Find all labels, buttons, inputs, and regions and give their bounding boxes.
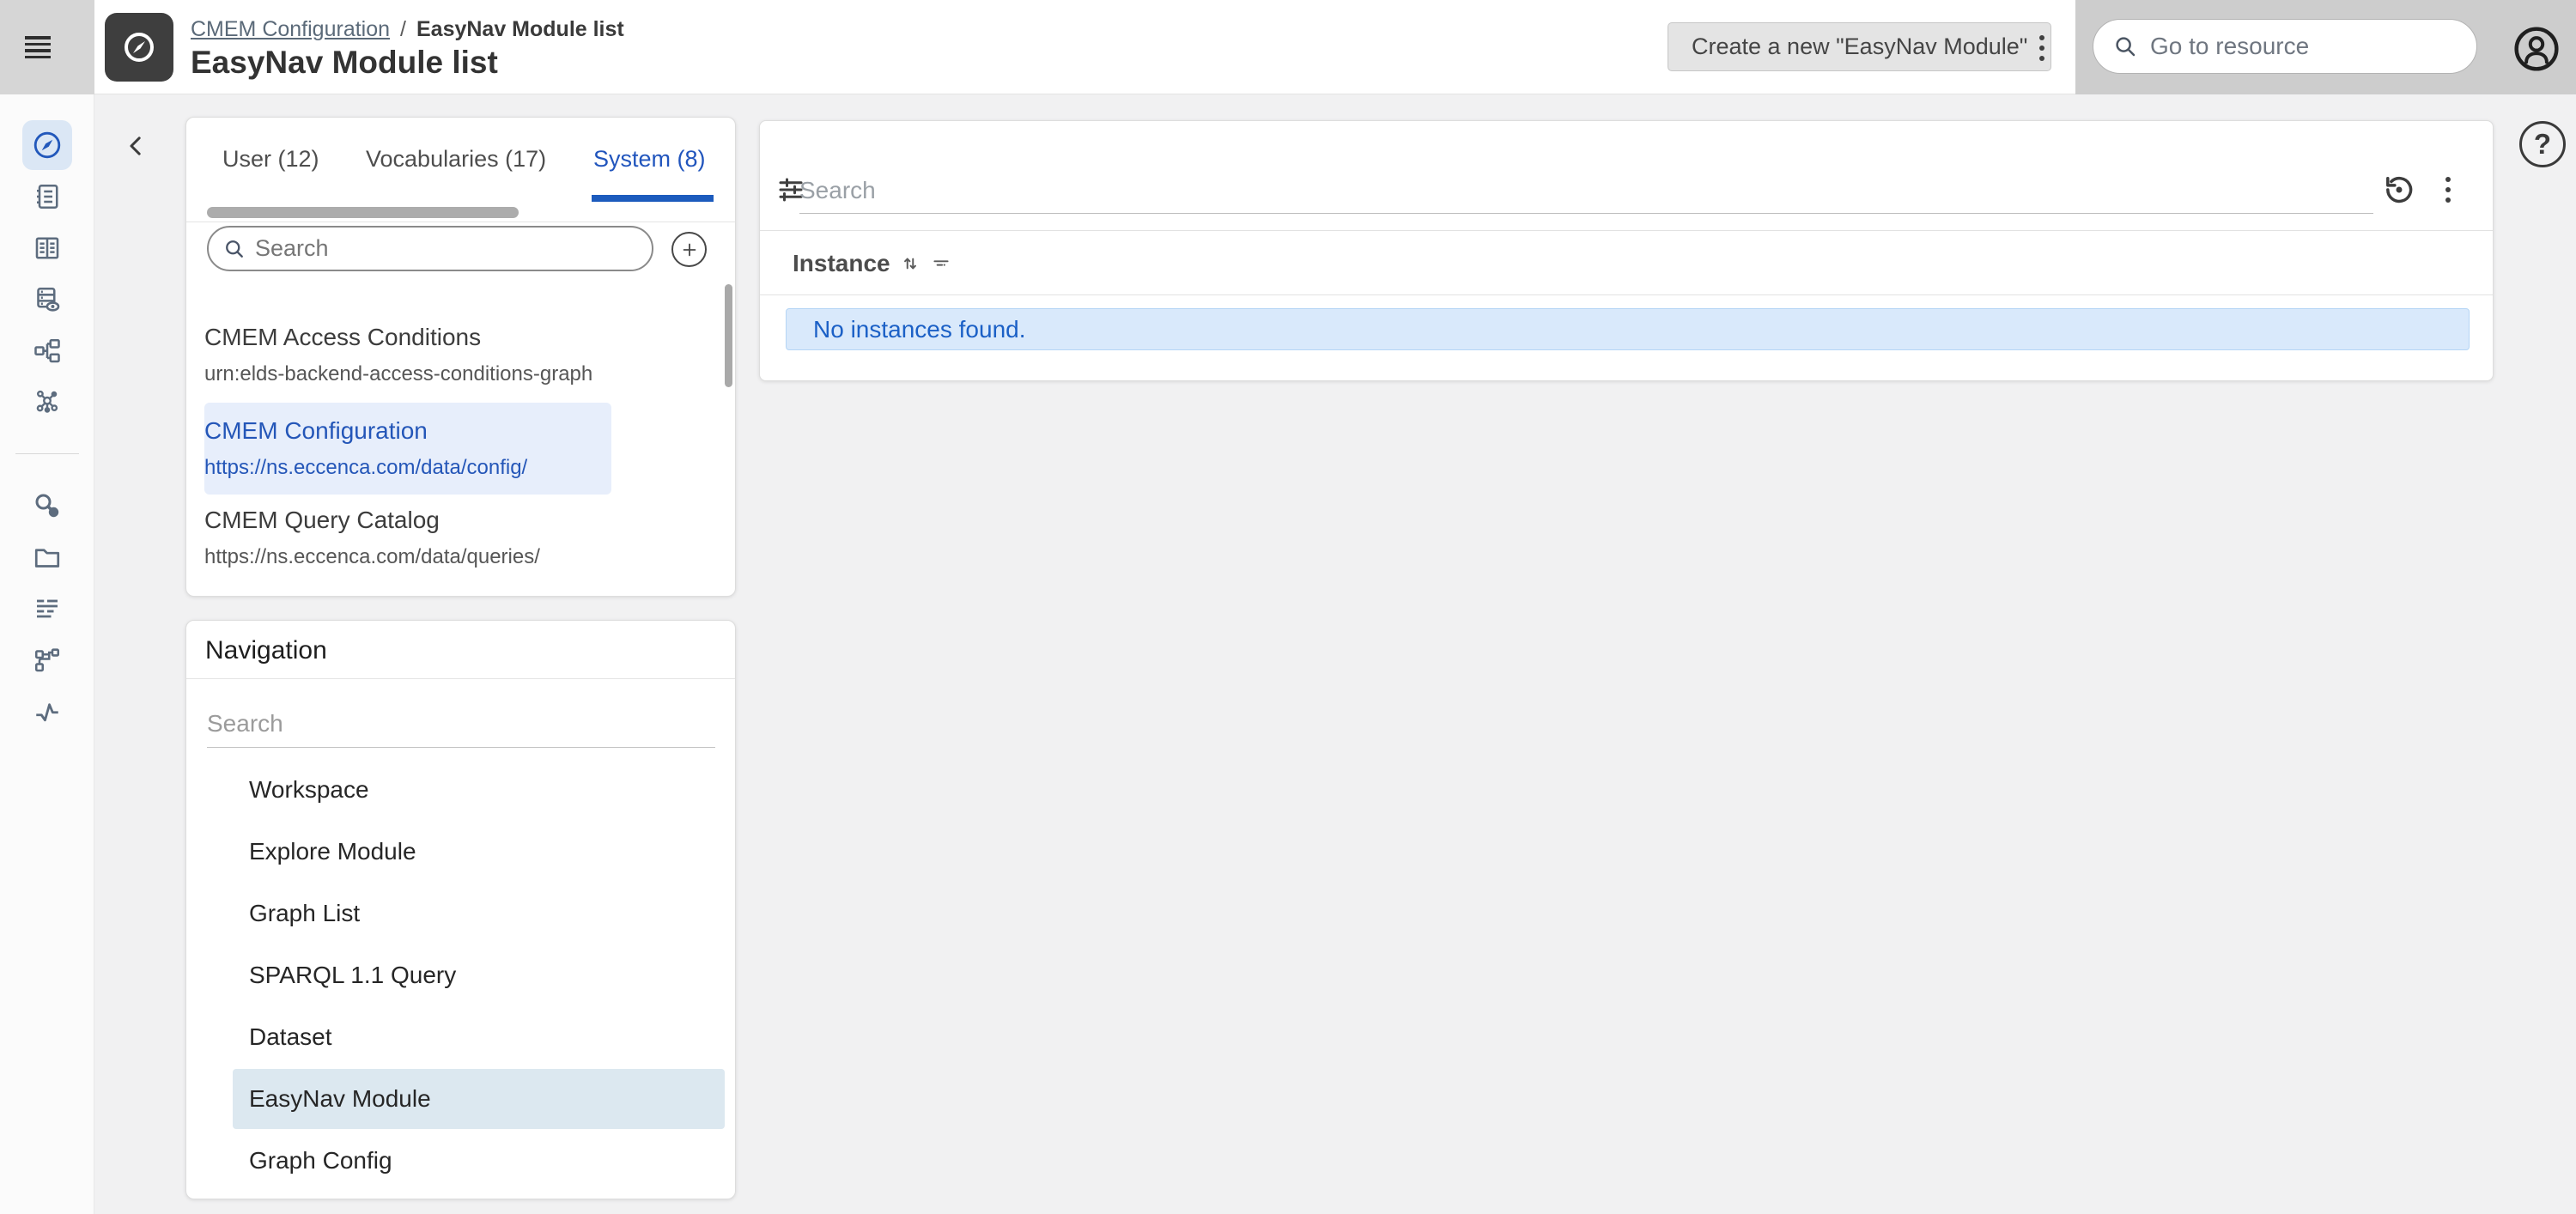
rail-divider: [15, 453, 79, 454]
empty-state-message: No instances found.: [813, 315, 1026, 343]
navigation-panel: Navigation Workspace Explore Module Grap…: [185, 620, 736, 1199]
search-icon: [222, 237, 246, 261]
dataset-preview-icon[interactable]: [32, 284, 63, 315]
tabs-horizontal-scrollbar[interactable]: [207, 207, 519, 218]
add-graph-button[interactable]: [671, 232, 707, 267]
instance-list-panel: Instance No instances found.: [759, 120, 2494, 381]
book-open-icon[interactable]: [32, 233, 63, 264]
graph-title: CMEM Configuration: [204, 417, 428, 444]
nav-item-workspace[interactable]: Workspace: [186, 759, 737, 821]
page-title: EasyNav Module list: [191, 45, 498, 80]
tab-system[interactable]: System (8): [593, 146, 706, 173]
go-to-resource-search[interactable]: [2093, 19, 2477, 74]
instance-list-kebab-icon[interactable]: [2433, 171, 2464, 209]
nav-item-explore-module[interactable]: Explore Module: [186, 821, 737, 883]
explore-compass-icon[interactable]: [32, 130, 63, 161]
table-divider: [760, 294, 2493, 295]
activity-icon[interactable]: [32, 696, 63, 727]
navigation-divider: [186, 678, 735, 679]
breadcrumb: CMEM Configuration / EasyNav Module list: [191, 17, 624, 42]
instance-search-input[interactable]: [799, 167, 2373, 214]
graphs-panel: User (12) Vocabularies (17) System (8) C…: [185, 117, 736, 597]
folder-icon[interactable]: [32, 542, 63, 573]
empty-state-banner: No instances found.: [786, 308, 2470, 350]
graph-title: CMEM Query Catalog: [204, 507, 440, 533]
journal-icon[interactable]: [32, 181, 63, 212]
text-lines-icon[interactable]: [32, 593, 63, 624]
topbar-right-zone: [2075, 0, 2576, 94]
app-logo[interactable]: [105, 13, 173, 82]
tab-user[interactable]: User (12): [222, 146, 319, 173]
tab-vocabularies[interactable]: Vocabularies (17): [366, 146, 546, 173]
breadcrumb-separator: /: [400, 17, 406, 41]
nav-item-easynav-module[interactable]: EasyNav Module: [233, 1069, 725, 1129]
user-avatar-icon[interactable]: [2512, 25, 2561, 73]
topbar-corner-block: [0, 0, 94, 94]
history-icon[interactable]: [2380, 171, 2418, 209]
graph-list-item[interactable]: CMEM Query Catalog https://ns.eccenca.co…: [204, 507, 611, 569]
go-to-resource-input[interactable]: [2150, 33, 2433, 60]
navigation-search-input[interactable]: [207, 700, 715, 748]
resource-link-icon[interactable]: [32, 490, 63, 521]
graph-search-input[interactable]: [255, 235, 616, 262]
page-actions-kebab-icon[interactable]: [2026, 24, 2057, 72]
nav-item-graph-config[interactable]: Graph Config: [186, 1130, 737, 1192]
graph-network-icon[interactable]: [32, 387, 63, 418]
collapse-panel-chevron-icon[interactable]: [118, 129, 153, 163]
graph-search[interactable]: [207, 226, 653, 271]
nav-item-dataset[interactable]: Dataset: [186, 1006, 737, 1068]
graph-uri: https://ns.eccenca.com/data/queries/: [204, 545, 540, 568]
hamburger-menu-icon[interactable]: [25, 36, 51, 59]
class-hierarchy-icon[interactable]: [32, 336, 63, 367]
active-tab-underline: [592, 195, 714, 202]
graph-list-scrollbar[interactable]: [725, 284, 732, 387]
help-icon[interactable]: ?: [2519, 121, 2566, 167]
breadcrumb-parent-link[interactable]: CMEM Configuration: [191, 17, 390, 42]
column-header-label: Instance: [793, 250, 890, 276]
create-easynav-module-button[interactable]: Create a new "EasyNav Module": [1668, 22, 2052, 71]
workflow-icon[interactable]: [32, 645, 63, 676]
search-icon: [2112, 33, 2138, 59]
graph-uri: urn:elds-backend-access-conditions-graph: [204, 362, 593, 385]
top-bar: CMEM Configuration / EasyNav Module list…: [0, 0, 2576, 94]
graph-list-item-selected[interactable]: CMEM Configuration https://ns.eccenca.co…: [204, 403, 611, 495]
icon-rail: [0, 94, 94, 1214]
graph-title: CMEM Access Conditions: [204, 324, 482, 350]
instance-column-header: Instance: [793, 246, 952, 281]
nav-item-sparql-query[interactable]: SPARQL 1.1 Query: [186, 944, 737, 1006]
graph-list-item[interactable]: CMEM Access Conditions urn:elds-backend-…: [204, 324, 611, 386]
navigation-title: Navigation: [205, 636, 327, 665]
breadcrumb-current: EasyNav Module list: [416, 17, 624, 41]
header-divider: [760, 230, 2493, 231]
instance-search-row: [760, 121, 2493, 230]
column-filter-icon[interactable]: [930, 252, 952, 275]
graph-uri: https://ns.eccenca.com/data/config/: [204, 456, 528, 479]
compass-logo-icon: [118, 27, 160, 68]
nav-item-graph-list[interactable]: Graph List: [186, 883, 737, 944]
sort-arrows-icon[interactable]: [899, 252, 921, 275]
